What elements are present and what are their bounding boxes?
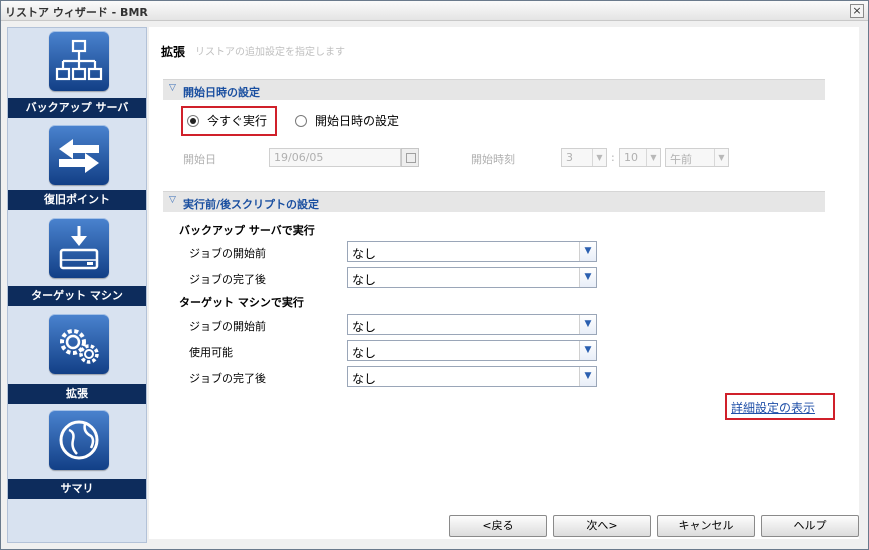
start-section-header[interactable]: ▽ 開始日時の設定 xyxy=(163,79,825,100)
target-post-job-select[interactable]: なし ▼ xyxy=(347,366,597,387)
sidebar-item-label: バックアップ サーバ xyxy=(8,98,146,118)
globe-icon xyxy=(49,410,109,470)
select-value: なし xyxy=(352,372,377,386)
chevron-down-icon: ▼ xyxy=(592,149,606,166)
page-title: 拡張 xyxy=(161,45,186,59)
hour-select[interactable]: 3 ▼ xyxy=(561,148,607,167)
chevron-down-icon: ▼ xyxy=(579,242,596,261)
show-advanced-settings-link[interactable]: 詳細設定の表示 xyxy=(731,399,815,416)
title-bar: リストア ウィザード - BMR × xyxy=(1,1,868,21)
run-now-label: 今すぐ実行 xyxy=(207,114,268,128)
server-pre-job-select[interactable]: なし ▼ xyxy=(347,241,597,262)
chevron-down-icon: ▼ xyxy=(579,268,596,287)
radio-unselected-icon xyxy=(295,114,307,127)
server-post-job-label: ジョブの完了後 xyxy=(189,273,266,286)
chevron-down-icon: ▼ xyxy=(714,149,728,166)
ampm-value: 午前 xyxy=(670,153,692,166)
next-button[interactable]: 次へ> xyxy=(553,515,651,537)
start-date-input[interactable]: 19/06/05 xyxy=(269,148,401,167)
target-available-label: 使用可能 xyxy=(189,346,233,359)
radio-selected-icon xyxy=(187,114,199,127)
window-title: リストア ウィザード - BMR xyxy=(5,6,148,19)
sidebar-item-label: サマリ xyxy=(8,479,146,499)
main-content: 拡張 リストアの追加設定を指定します ▽ 開始日時の設定 今すぐ実行 開始日時の… xyxy=(149,27,859,539)
wizard-sidebar: バックアップ サーバ 復旧ポイント ターゲット マシン 拡張 サマリ xyxy=(7,27,147,543)
drive-icon xyxy=(49,218,109,278)
section-title: 開始日時の設定 xyxy=(183,86,260,99)
target-pre-job-select[interactable]: なし ▼ xyxy=(347,314,597,335)
sidebar-item-label: 復旧ポイント xyxy=(8,190,146,210)
chevron-down-icon: ▼ xyxy=(646,149,660,166)
collapse-chevron-icon: ▽ xyxy=(169,195,176,205)
target-available-select[interactable]: なし ▼ xyxy=(347,340,597,361)
run-now-radio[interactable]: 今すぐ実行 xyxy=(187,112,267,129)
server-post-job-select[interactable]: なし ▼ xyxy=(347,267,597,288)
script-section-header[interactable]: ▽ 実行前/後スクリプトの設定 xyxy=(163,191,825,212)
close-icon[interactable]: × xyxy=(850,4,864,18)
select-value: なし xyxy=(352,273,377,287)
help-button[interactable]: ヘルプ xyxy=(761,515,859,537)
network-icon xyxy=(49,31,109,91)
page-subtitle: リストアの追加設定を指定します xyxy=(195,47,345,58)
hour-value: 3 xyxy=(566,151,573,164)
select-value: なし xyxy=(352,346,377,360)
chevron-down-icon: ▼ xyxy=(579,367,596,386)
start-date-label: 開始日 xyxy=(183,153,216,166)
target-group-title: ターゲット マシンで実行 xyxy=(179,296,304,309)
set-start-label: 開始日時の設定 xyxy=(315,114,400,128)
sidebar-item-label: ターゲット マシン xyxy=(8,286,146,306)
minute-value: 10 xyxy=(624,151,638,164)
target-pre-job-label: ジョブの開始前 xyxy=(189,320,266,333)
wizard-window: リストア ウィザード - BMR × バックアップ サーバ 復旧ポイント ターゲ… xyxy=(0,0,869,550)
server-pre-job-label: ジョブの開始前 xyxy=(189,247,266,260)
sidebar-item-label: 拡張 xyxy=(8,384,146,404)
target-post-job-label: ジョブの完了後 xyxy=(189,372,266,385)
back-button[interactable]: <戻る xyxy=(449,515,547,537)
section-title: 実行前/後スクリプトの設定 xyxy=(183,198,320,211)
start-time-label: 開始時刻 xyxy=(471,153,515,166)
calendar-icon[interactable] xyxy=(401,148,419,167)
set-start-radio[interactable]: 開始日時の設定 xyxy=(295,112,399,129)
select-value: なし xyxy=(352,247,377,261)
chevron-down-icon: ▼ xyxy=(579,341,596,360)
chevron-down-icon: ▼ xyxy=(579,315,596,334)
ampm-select[interactable]: 午前 ▼ xyxy=(665,148,729,167)
minute-select[interactable]: 10 ▼ xyxy=(619,148,661,167)
arrows-icon xyxy=(49,125,109,185)
select-value: なし xyxy=(352,320,377,334)
cancel-button[interactable]: キャンセル xyxy=(657,515,755,537)
collapse-chevron-icon: ▽ xyxy=(169,83,176,93)
time-colon: : xyxy=(611,151,615,164)
server-group-title: バックアップ サーバで実行 xyxy=(179,224,315,237)
gears-icon xyxy=(49,314,109,374)
